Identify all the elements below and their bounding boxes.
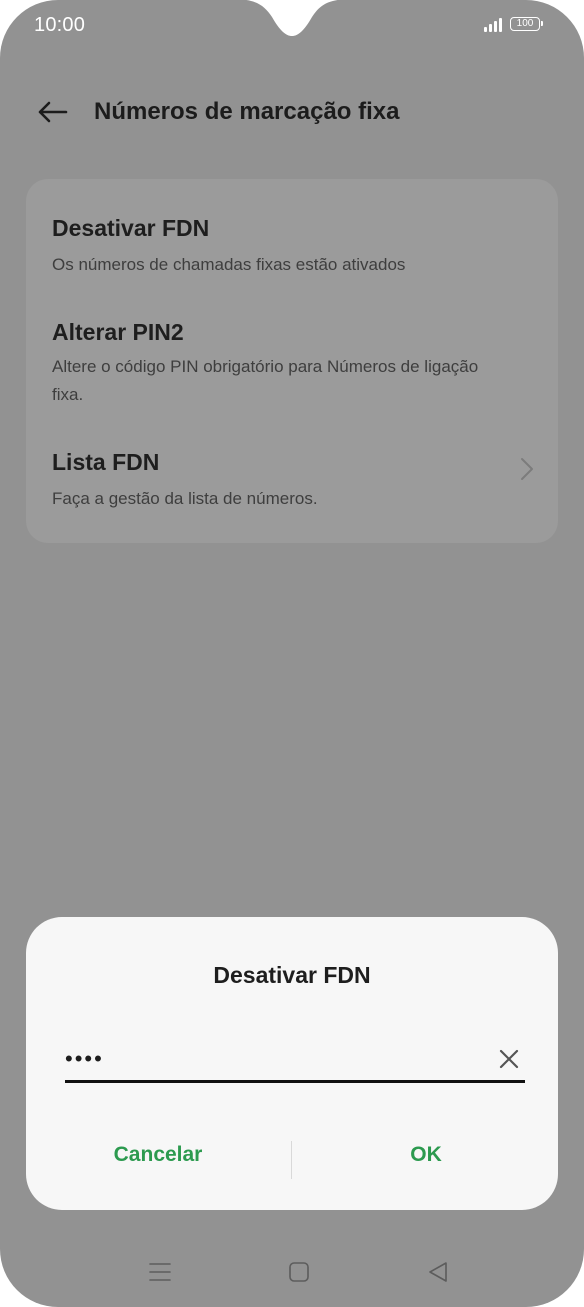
back-icon <box>429 1262 447 1282</box>
setting-subtitle: Faça a gestão da lista de números. <box>52 489 318 508</box>
status-icons: 100 <box>484 16 543 32</box>
app-header: Números de marcação fixa <box>0 84 584 140</box>
pin-dialog: Desativar FDN Cancelar OK <box>26 917 558 1210</box>
dialog-title: Desativar FDN <box>213 962 371 988</box>
setting-subtitle: Os números de chamadas fixas estão ativa… <box>52 255 406 274</box>
status-bar: 10:00 100 <box>0 0 584 52</box>
cancel-button[interactable]: Cancelar <box>26 1127 290 1183</box>
home-icon <box>289 1262 309 1282</box>
clear-input-button[interactable] <box>494 1044 524 1074</box>
setting-item-change-pin2[interactable]: Alterar PIN2 Altere o código PIN obrigat… <box>26 289 558 423</box>
setting-item-disable-fdn[interactable]: Desativar FDN Os números de chamadas fix… <box>26 179 558 289</box>
setting-title: Desativar FDN <box>52 215 210 241</box>
settings-card: Desativar FDN Os números de chamadas fix… <box>26 179 558 543</box>
action-divider <box>291 1141 292 1179</box>
chevron-right-icon <box>521 458 533 480</box>
close-icon <box>499 1049 519 1069</box>
recent-apps-button[interactable] <box>140 1256 180 1288</box>
input-underline <box>65 1080 525 1083</box>
menu-icon <box>149 1263 171 1281</box>
home-button[interactable] <box>279 1256 319 1288</box>
dialog-actions: Cancelar OK <box>26 1127 558 1183</box>
nav-back-button[interactable] <box>418 1256 458 1288</box>
back-button[interactable] <box>30 94 74 130</box>
signal-icon <box>484 16 502 32</box>
status-time: 10:00 <box>34 14 86 36</box>
arrow-left-icon <box>38 101 68 123</box>
battery-level: 100 <box>516 18 534 29</box>
setting-item-fdn-list[interactable]: Lista FDN Faça a gestão da lista de núme… <box>26 423 558 543</box>
ok-button[interactable]: OK <box>294 1127 558 1183</box>
setting-subtitle: Altere o código PIN obrigatório para Núm… <box>52 357 479 404</box>
phone-screen: 10:00 100 Números de marcação fixa Desat… <box>0 0 584 1307</box>
setting-title: Alterar PIN2 <box>52 319 184 345</box>
pin2-input[interactable] <box>65 1041 485 1077</box>
setting-title: Lista FDN <box>52 449 160 475</box>
battery-icon: 100 <box>510 17 543 31</box>
navigation-bar <box>0 1248 584 1296</box>
page-title: Números de marcação fixa <box>94 98 400 125</box>
